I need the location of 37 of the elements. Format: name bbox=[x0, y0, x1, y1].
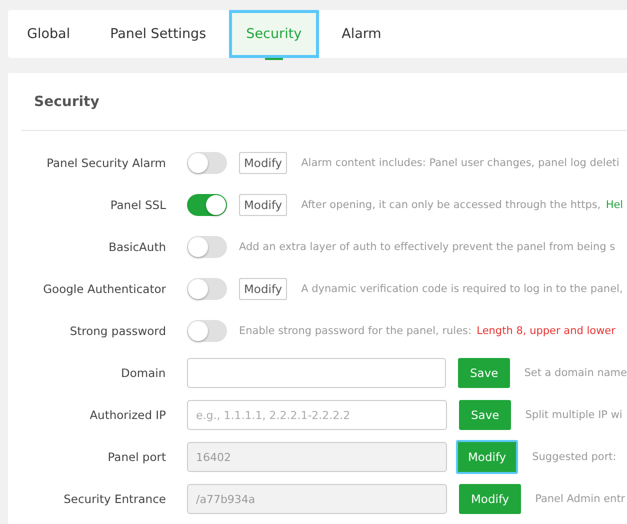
action-button[interactable]: Save bbox=[459, 400, 512, 430]
input-field[interactable] bbox=[186, 358, 446, 388]
tab[interactable]: Security bbox=[229, 10, 319, 58]
help-link[interactable]: Hel bbox=[606, 199, 624, 211]
field-label: Panel Security Alarm bbox=[46, 156, 166, 170]
tab[interactable]: Panel Settings bbox=[93, 10, 224, 58]
warning-text: Length 8, upper and lower bbox=[476, 325, 616, 337]
field-label: Strong password bbox=[68, 324, 166, 338]
toggle-switch[interactable] bbox=[187, 278, 227, 300]
input-field[interactable]: e.g., 1.1.1.1, 2.2.2.1-2.2.2.2 bbox=[187, 400, 447, 430]
toggle-switch[interactable] bbox=[187, 236, 227, 258]
hint-text: Set a domain name bbox=[524, 367, 627, 379]
tab[interactable]: Global bbox=[10, 10, 88, 58]
field-label: Authorized IP bbox=[88, 408, 166, 422]
hint-text: Enable strong password for the panel, rules: bbox=[239, 325, 472, 337]
toggle-switch[interactable] bbox=[187, 194, 227, 216]
hint-text: A dynamic verification code is required to log in to the panel, bbox=[301, 283, 623, 295]
field-label: BasicAuth bbox=[108, 240, 166, 254]
action-button[interactable]: Save bbox=[458, 358, 510, 388]
hint-text: Split multiple IP wi bbox=[525, 409, 622, 421]
field-label: Security Entrance bbox=[62, 492, 166, 506]
field-label: Google Authenticator bbox=[42, 282, 166, 296]
hint-text: After opening, it can only be accessed through the https, bbox=[301, 199, 601, 211]
hint-text: Alarm content includes: Panel user changes, panel log deleti bbox=[301, 157, 620, 169]
field-label: Panel port bbox=[106, 450, 166, 464]
toggle-switch[interactable] bbox=[187, 320, 227, 342]
hint-text: Add an extra layer of auth to effectively prevent the panel from being s bbox=[239, 241, 616, 253]
modify-button[interactable]: Modify bbox=[239, 278, 288, 300]
modify-button[interactable]: Modify bbox=[239, 152, 288, 174]
section-title: Security bbox=[21, 73, 627, 131]
toggle-switch[interactable] bbox=[187, 152, 227, 174]
hint-text: Panel Admin entr bbox=[535, 493, 626, 505]
field-label: Domain bbox=[120, 366, 166, 380]
tab[interactable]: Alarm bbox=[324, 10, 398, 58]
hint-text: Suggested port: bbox=[532, 451, 616, 463]
field-label: Panel SSL bbox=[109, 198, 166, 212]
modify-button[interactable]: Modify bbox=[239, 194, 288, 216]
